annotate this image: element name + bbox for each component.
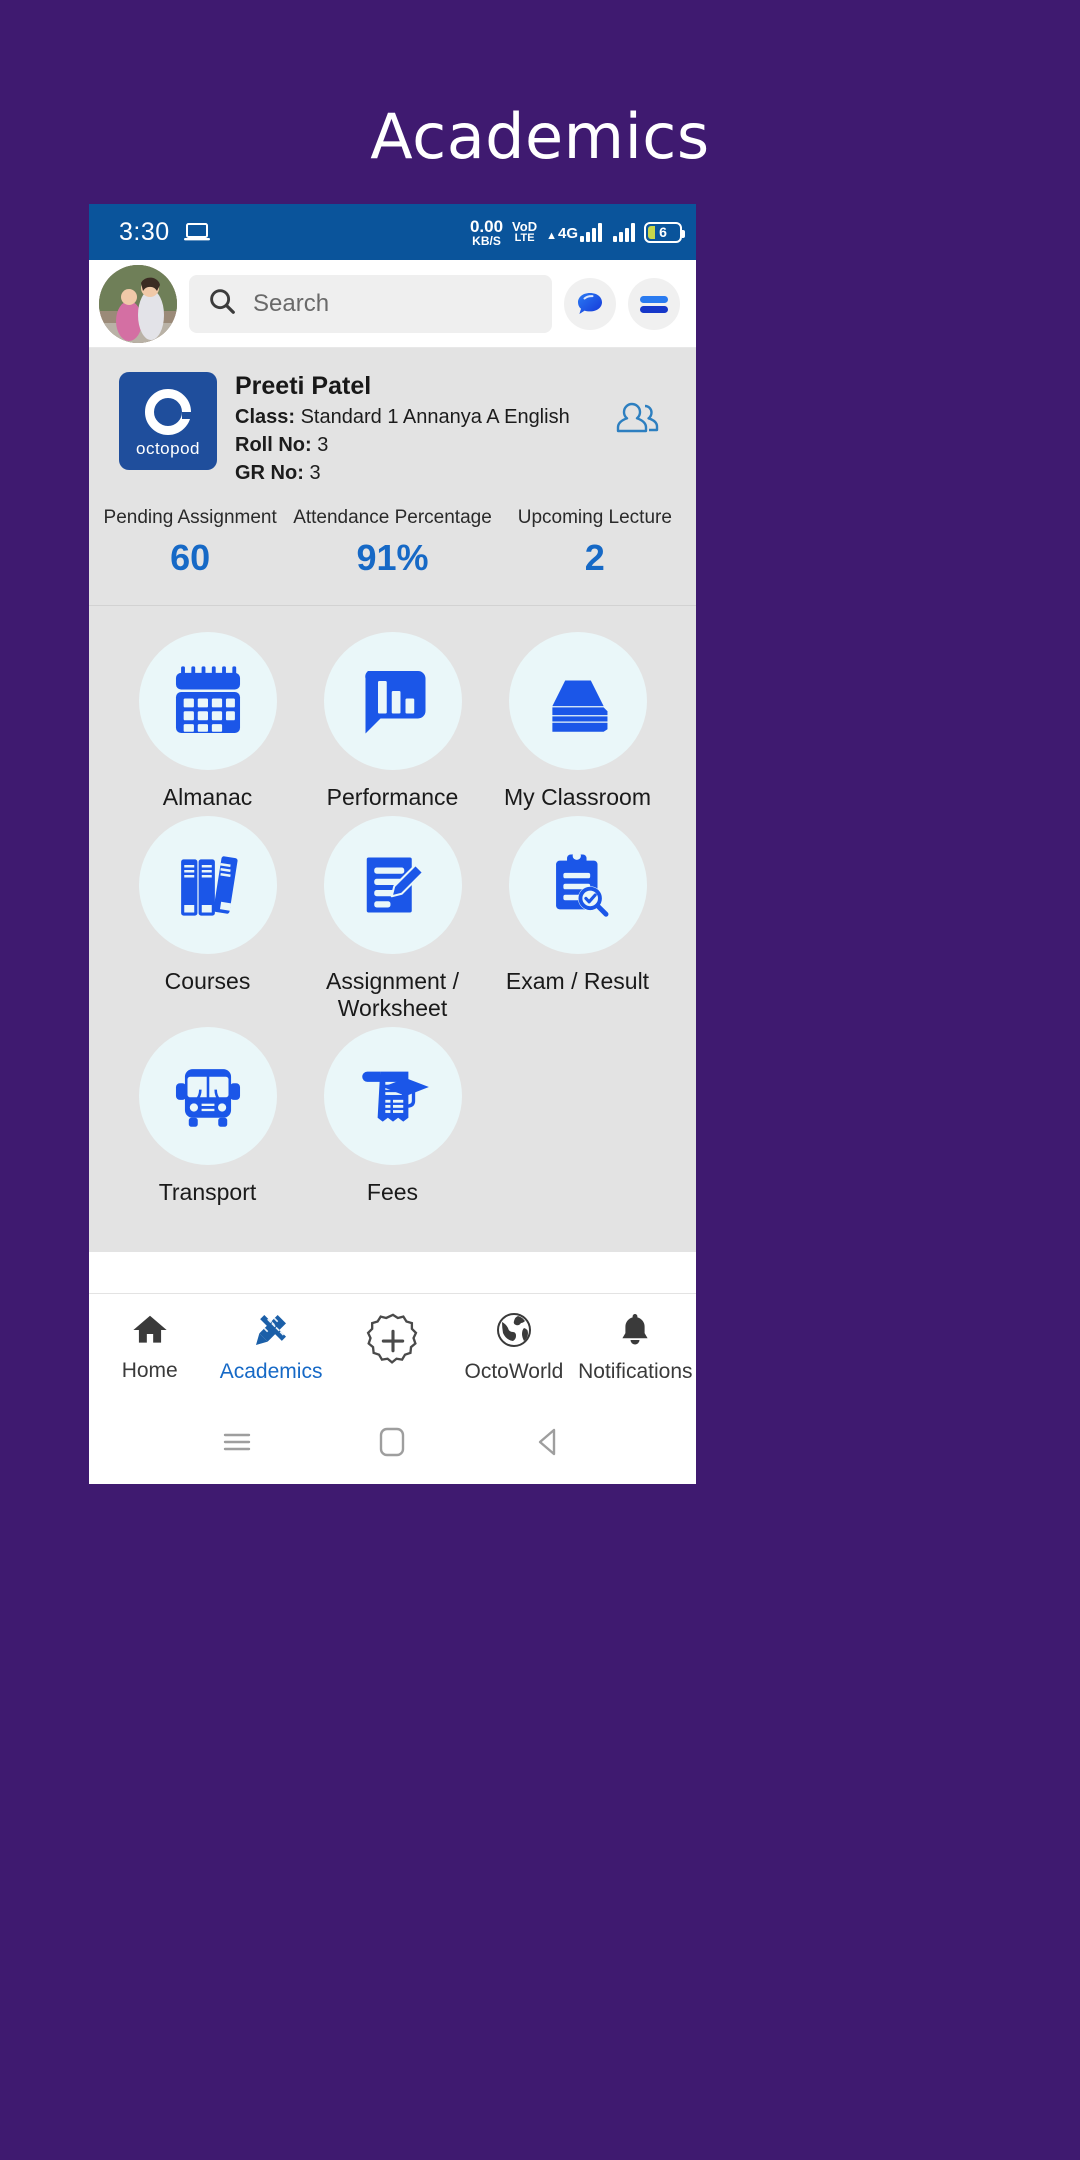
hamburger-menu-icon[interactable] — [628, 277, 680, 330]
network-type-icon: ▲ 4G — [546, 222, 602, 242]
ruler-pencil-icon — [249, 1310, 293, 1355]
status-bar: 3:30 0.00 KB/S VoD LTE ▲ 4G 6 — [89, 204, 696, 260]
screenshot-root: Academics 3:30 0.00 KB/S VoD LTE ▲ 4G 6 … — [0, 0, 1080, 2160]
nav-item-add[interactable] — [332, 1311, 453, 1383]
nav-label: Notifications — [578, 1359, 693, 1383]
data-rate-indicator: 0.00 KB/S — [470, 218, 503, 247]
stat-pending-assignment[interactable]: Pending Assignment 60 — [89, 507, 291, 579]
tile-exam-result[interactable]: Exam / Result — [485, 816, 670, 1021]
tile-label: Almanac — [162, 784, 253, 810]
roll-label: Roll No: — [235, 434, 312, 456]
calendar-icon — [138, 632, 277, 770]
nav-item-octoworld[interactable]: OctoWorld — [453, 1310, 574, 1384]
feature-grid-container: Almanac Performance My Classroom Courses… — [89, 606, 696, 1252]
data-rate-unit: KB/S — [472, 233, 501, 248]
gr-value: 3 — [309, 462, 321, 484]
tile-label: Assignment / Worksheet — [326, 968, 459, 1021]
tile-transport[interactable]: Transport — [115, 1027, 300, 1205]
battery-icon: 6 — [644, 221, 685, 243]
stat-value: 2 — [584, 537, 605, 578]
tile-label: Transport — [158, 1179, 257, 1206]
tile-almanac[interactable]: Almanac — [115, 632, 300, 810]
tile-courses[interactable]: Courses — [115, 816, 300, 1021]
tile-label: Fees — [366, 1179, 419, 1206]
tile-label: Courses — [164, 968, 251, 995]
network-type-label: 4G — [557, 225, 578, 242]
student-class-row: Class: Standard 1 Annanya A English — [235, 406, 610, 429]
tile-performance[interactable]: Performance — [300, 632, 485, 810]
data-rate-value: 0.00 — [469, 216, 504, 236]
nav-item-academics[interactable]: Academics — [210, 1310, 331, 1384]
home-icon — [129, 1311, 171, 1354]
gr-label: GR No: — [235, 462, 304, 484]
search-placeholder: Search — [253, 289, 330, 317]
profile-card: octopod Preeti Patel Class: Standard 1 A… — [89, 348, 696, 606]
student-gr-row: GR No: 3 — [235, 462, 610, 485]
books-icon — [138, 816, 277, 955]
tile-label: Exam / Result — [505, 968, 650, 995]
stat-label: Pending Assignment — [103, 507, 277, 528]
people-icon[interactable] — [610, 398, 666, 451]
phone-screen: 3:30 0.00 KB/S VoD LTE ▲ 4G 6 Search oct… — [89, 204, 696, 1484]
nav-item-notifications[interactable]: Notifications — [575, 1310, 696, 1384]
nav-label: Home — [121, 1358, 178, 1382]
stat-upcoming-lecture[interactable]: Upcoming Lecture 2 — [494, 507, 696, 579]
back-triangle-icon[interactable] — [518, 1412, 578, 1472]
tile-my-classroom[interactable]: My Classroom — [485, 632, 670, 810]
plus-badge-icon — [362, 1311, 424, 1378]
roll-value: 3 — [317, 434, 329, 456]
nav-label: Academics — [219, 1359, 323, 1383]
status-time: 3:30 — [119, 217, 170, 246]
recents-icon[interactable] — [207, 1412, 267, 1472]
receipt-graduation-cap-icon — [323, 1027, 462, 1166]
nav-label: OctoWorld — [464, 1359, 564, 1383]
globe-icon — [494, 1310, 534, 1355]
tile-fees[interactable]: Fees — [300, 1027, 485, 1205]
student-name: Preeti Patel — [235, 372, 372, 400]
nav-item-home[interactable]: Home — [89, 1311, 210, 1383]
tile-label: Performance — [326, 784, 459, 810]
signal-bars-1-icon — [580, 222, 602, 242]
tile-label: My Classroom — [504, 784, 651, 810]
volte-line-2: LTE — [514, 232, 535, 244]
home-square-icon[interactable] — [362, 1412, 422, 1472]
search-input[interactable]: Search — [189, 274, 552, 333]
document-pencil-icon — [323, 816, 462, 955]
student-roll-row: Roll No: 3 — [235, 434, 610, 457]
stat-label: Upcoming Lecture — [517, 507, 672, 528]
stat-value: 91% — [356, 537, 429, 578]
bar-chart-bubble-icon — [323, 632, 462, 770]
app-header: Search — [89, 260, 696, 348]
class-value: Standard 1 Annanya A English — [300, 406, 570, 428]
clipboard-search-icon — [508, 816, 647, 955]
class-label: Class: — [235, 406, 296, 428]
battery-level-label: 6 — [659, 224, 667, 240]
tile-assignment-worksheet[interactable]: Assignment / Worksheet — [300, 816, 485, 1021]
avatar[interactable] — [99, 264, 177, 343]
octopod-logo-label: octopod — [136, 439, 200, 458]
bus-icon — [138, 1027, 277, 1166]
feature-grid: Almanac Performance My Classroom Courses… — [115, 632, 670, 1206]
search-icon — [207, 286, 237, 321]
volte-icon: VoD LTE — [512, 220, 537, 244]
stat-attendance-percentage[interactable]: Attendance Percentage 91% — [291, 507, 493, 579]
bell-icon — [615, 1310, 655, 1355]
android-navigation-bar — [89, 1399, 696, 1484]
octopod-logo: octopod — [119, 372, 217, 470]
stat-value: 60 — [170, 537, 211, 578]
page-title: Academics — [370, 100, 710, 173]
book-stack-icon — [508, 632, 647, 770]
laptop-icon — [183, 222, 210, 242]
bottom-navigation: Home Academics OctoWorld Notifications — [89, 1293, 696, 1399]
chat-bubble-icon[interactable] — [564, 277, 616, 330]
signal-bars-2-icon — [613, 222, 635, 242]
stat-label: Attendance Percentage — [293, 507, 492, 528]
stats-row: Pending Assignment 60 Attendance Percent… — [89, 485, 696, 605]
